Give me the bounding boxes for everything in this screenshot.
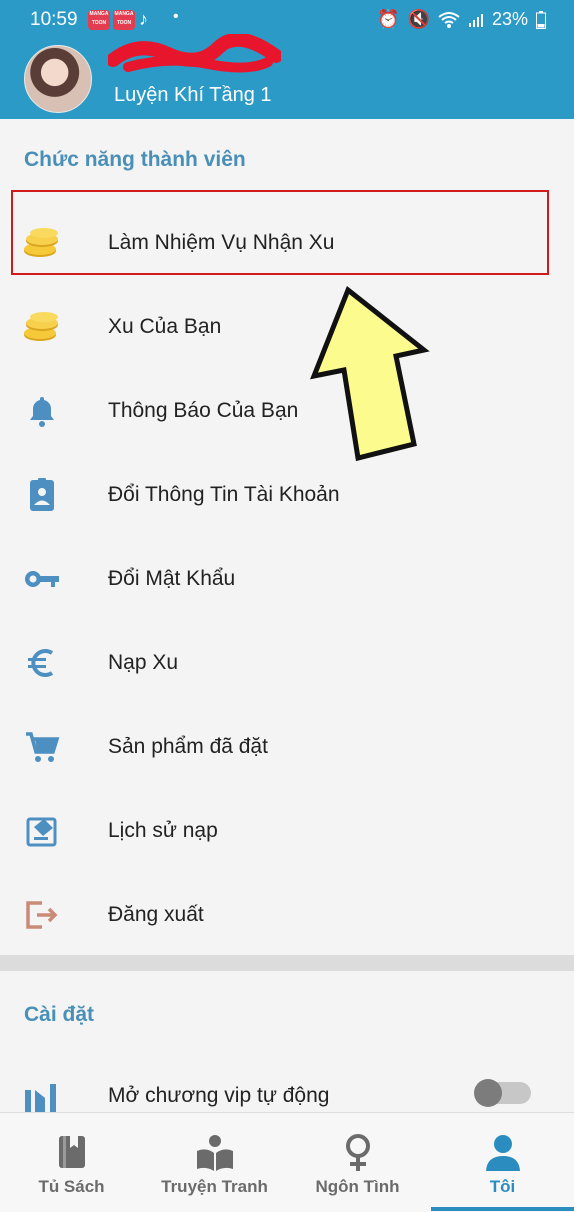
- book-icon: [58, 1136, 85, 1168]
- pointer-arrow: [309, 285, 430, 462]
- mangatoon-app-icon: MANGA TOON: [88, 10, 110, 30]
- menu-item-label: Đổi Thông Tin Tài Khoản: [108, 483, 340, 506]
- menu-item-label: Thông Báo Của Bạn: [108, 399, 299, 422]
- battery-icon: [536, 10, 546, 29]
- profile-header: 10:59 MANGA TOON MANGA TOON ♪ • ⏰ 🔇 23% …: [0, 0, 574, 119]
- auto-vip-toggle[interactable]: [474, 1079, 531, 1107]
- nav-label: Truyện Tranh: [161, 1177, 268, 1196]
- menu-item-label: Nạp Xu: [108, 651, 179, 674]
- mangatoon-app-icon: MANGA TOON: [113, 10, 135, 30]
- menu-item-label: Sản phẩm đã đặt: [108, 735, 268, 758]
- mute-icon: 🔇: [407, 9, 430, 29]
- menu-item-logout[interactable]: Đăng xuất: [0, 875, 574, 955]
- coins-icon: [24, 312, 58, 341]
- open-book-icon: [196, 1135, 233, 1171]
- menu-item-top-up[interactable]: Nạp Xu: [0, 623, 574, 703]
- section-title-settings: Cài đặt: [24, 1003, 95, 1026]
- notification-dot-icon: •: [173, 8, 179, 25]
- menu-item-label: Mở chương vip tự động: [108, 1084, 330, 1107]
- section-title-member: Chức năng thành viên: [24, 148, 246, 171]
- nav-tab-bookshelf[interactable]: Tủ Sách: [0, 1113, 143, 1212]
- section-divider: [0, 955, 574, 971]
- menu-item-label: Đăng xuất: [108, 903, 204, 926]
- alarm-icon: ⏰: [377, 9, 400, 29]
- highlight-box: [11, 190, 549, 275]
- chapter-icon: [25, 1084, 56, 1112]
- signal-icon: [468, 13, 483, 27]
- female-icon: [345, 1134, 370, 1171]
- cart-icon: [26, 732, 60, 762]
- menu-item-label: Đổi Mật Khẩu: [108, 567, 236, 590]
- logout-icon: [26, 901, 58, 929]
- menu-item-topup-history[interactable]: Lịch sử nạp: [0, 791, 574, 871]
- wifi-icon: [438, 11, 460, 28]
- menu-item-change-password[interactable]: Đổi Mật Khẩu: [0, 539, 574, 619]
- menu-item-edit-account[interactable]: Đổi Thông Tin Tài Khoản: [0, 455, 574, 535]
- tiktok-icon: ♪: [139, 9, 148, 29]
- key-icon: [25, 571, 59, 587]
- menu-item-my-coins[interactable]: Xu Của Bạn: [0, 287, 574, 367]
- menu-item-notifications[interactable]: Thông Báo Của Bạn: [0, 371, 574, 451]
- nav-label: Ngôn Tình: [315, 1177, 400, 1196]
- nav-label: Tủ Sách: [38, 1177, 105, 1196]
- history-icon: [26, 817, 57, 847]
- status-icons: ⏰ 🔇 23%: [377, 9, 546, 30]
- avatar[interactable]: [24, 45, 92, 113]
- nav-label: Tôi: [489, 1177, 516, 1196]
- status-time: 10:59: [30, 9, 78, 30]
- user-icon: [485, 1135, 520, 1171]
- username-redacted: [108, 34, 281, 73]
- euro-icon: [28, 649, 54, 677]
- active-tab-indicator: [431, 1207, 574, 1211]
- status-bar: 10:59 MANGA TOON MANGA TOON ♪ • ⏰ 🔇 23%: [0, 0, 574, 40]
- bottom-navigation: Tủ Sách Truyện Tranh Ngôn Tình Tôi: [0, 1112, 574, 1212]
- battery-percent: 23%: [491, 9, 528, 29]
- nav-tab-romance[interactable]: Ngôn Tình: [286, 1113, 429, 1212]
- menu-item-label: Xu Của Bạn: [108, 315, 222, 338]
- bell-icon: [30, 397, 54, 427]
- toggle-knob: [474, 1079, 502, 1107]
- nav-tab-me[interactable]: Tôi: [431, 1113, 574, 1212]
- id-badge-icon: [30, 478, 54, 511]
- user-level: Luyện Khí Tầng 1: [114, 84, 272, 106]
- menu-item-label: Lịch sử nạp: [108, 819, 218, 842]
- menu-item-orders[interactable]: Sản phẩm đã đặt: [0, 707, 574, 787]
- nav-tab-comics[interactable]: Truyện Tranh: [143, 1113, 286, 1212]
